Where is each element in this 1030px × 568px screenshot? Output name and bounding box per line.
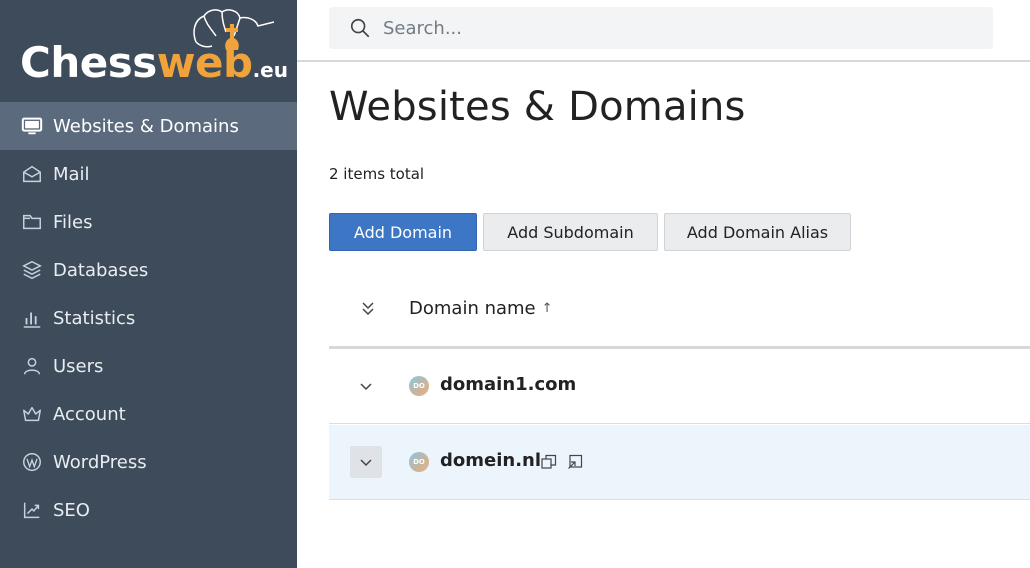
sidebar-item-label: Mail [53,163,90,185]
sidebar-item-files[interactable]: Files [0,198,297,246]
row-expand-toggle[interactable] [350,370,382,402]
sidebar-item-label: Users [53,355,104,377]
sidebar-item-wordpress[interactable]: WordPress [0,438,297,486]
bar-chart-icon [20,306,44,330]
sidebar-item-label: WordPress [53,451,147,473]
sidebar-item-mail[interactable]: Mail [0,150,297,198]
external-link-icon [568,454,583,469]
logo-part-web: web [156,38,253,87]
add-domain-button[interactable]: Add Domain [329,213,477,251]
sidebar-nav: Websites & Domains Mail Files Databases … [0,102,297,534]
user-icon [20,354,44,378]
sidebar-item-label: Statistics [53,307,136,329]
logo-part-tld: .eu [252,58,288,82]
header-divider [297,60,1030,62]
trend-icon [20,498,44,522]
logo-part-chess: Chess [20,38,157,87]
sidebar-item-users[interactable]: Users [0,342,297,390]
monitor-icon [20,114,44,138]
chevron-down-icon [360,459,372,467]
table-row: DO domain1.com [329,349,1030,424]
sort-ascending-icon: ↑ [541,301,553,316]
sidebar-item-label: Account [53,403,126,425]
chessweb-logo[interactable]: Chessweb.eu [0,0,297,100]
sidebar-item-account[interactable]: Account [0,390,297,438]
row-expand-toggle[interactable] [350,446,382,478]
search-box [329,7,993,49]
logo-wordmark: Chessweb.eu [20,38,288,95]
domain-name-link[interactable]: domein.nl [440,450,541,471]
sidebar-item-statistics[interactable]: Statistics [0,294,297,342]
domain-favicon: DO [409,452,429,472]
sidebar-item-label: Databases [53,259,149,281]
wordpress-icon [20,450,44,474]
sidebar-item-label: SEO [53,499,90,521]
domain-name-link[interactable]: domain1.com [440,374,576,395]
sidebar-item-seo[interactable]: SEO [0,486,297,534]
folder-icon [20,210,44,234]
items-total-count: 2 items total [329,165,425,183]
database-icon [20,258,44,282]
search-icon [350,18,370,38]
open-in-browser-button[interactable] [566,453,584,471]
copy-button[interactable] [540,453,558,471]
envelope-icon [20,162,44,186]
chevron-down-icon [360,383,372,391]
sidebar: Chessweb.eu Websites & Domains Mail File… [0,0,297,568]
table-row: DO domein.nl [329,425,1030,500]
column-header-label: Domain name [409,298,536,319]
sidebar-item-label: Files [53,211,93,233]
sidebar-item-websites-domains[interactable]: Websites & Domains [0,102,297,150]
crown-icon [20,402,44,426]
domain-name-column-header[interactable]: Domain name ↑ [409,298,553,319]
search-input[interactable] [383,17,943,39]
add-domain-alias-button[interactable]: Add Domain Alias [664,213,851,251]
domain-favicon: DO [409,376,429,396]
page-title: Websites & Domains [329,84,746,130]
copy-icon [541,454,557,469]
table-header: Domain name ↑ [329,286,1030,348]
sidebar-item-databases[interactable]: Databases [0,246,297,294]
sidebar-item-label: Websites & Domains [53,115,239,137]
expand-all-icon[interactable] [357,298,379,320]
add-subdomain-button[interactable]: Add Subdomain [483,213,658,251]
